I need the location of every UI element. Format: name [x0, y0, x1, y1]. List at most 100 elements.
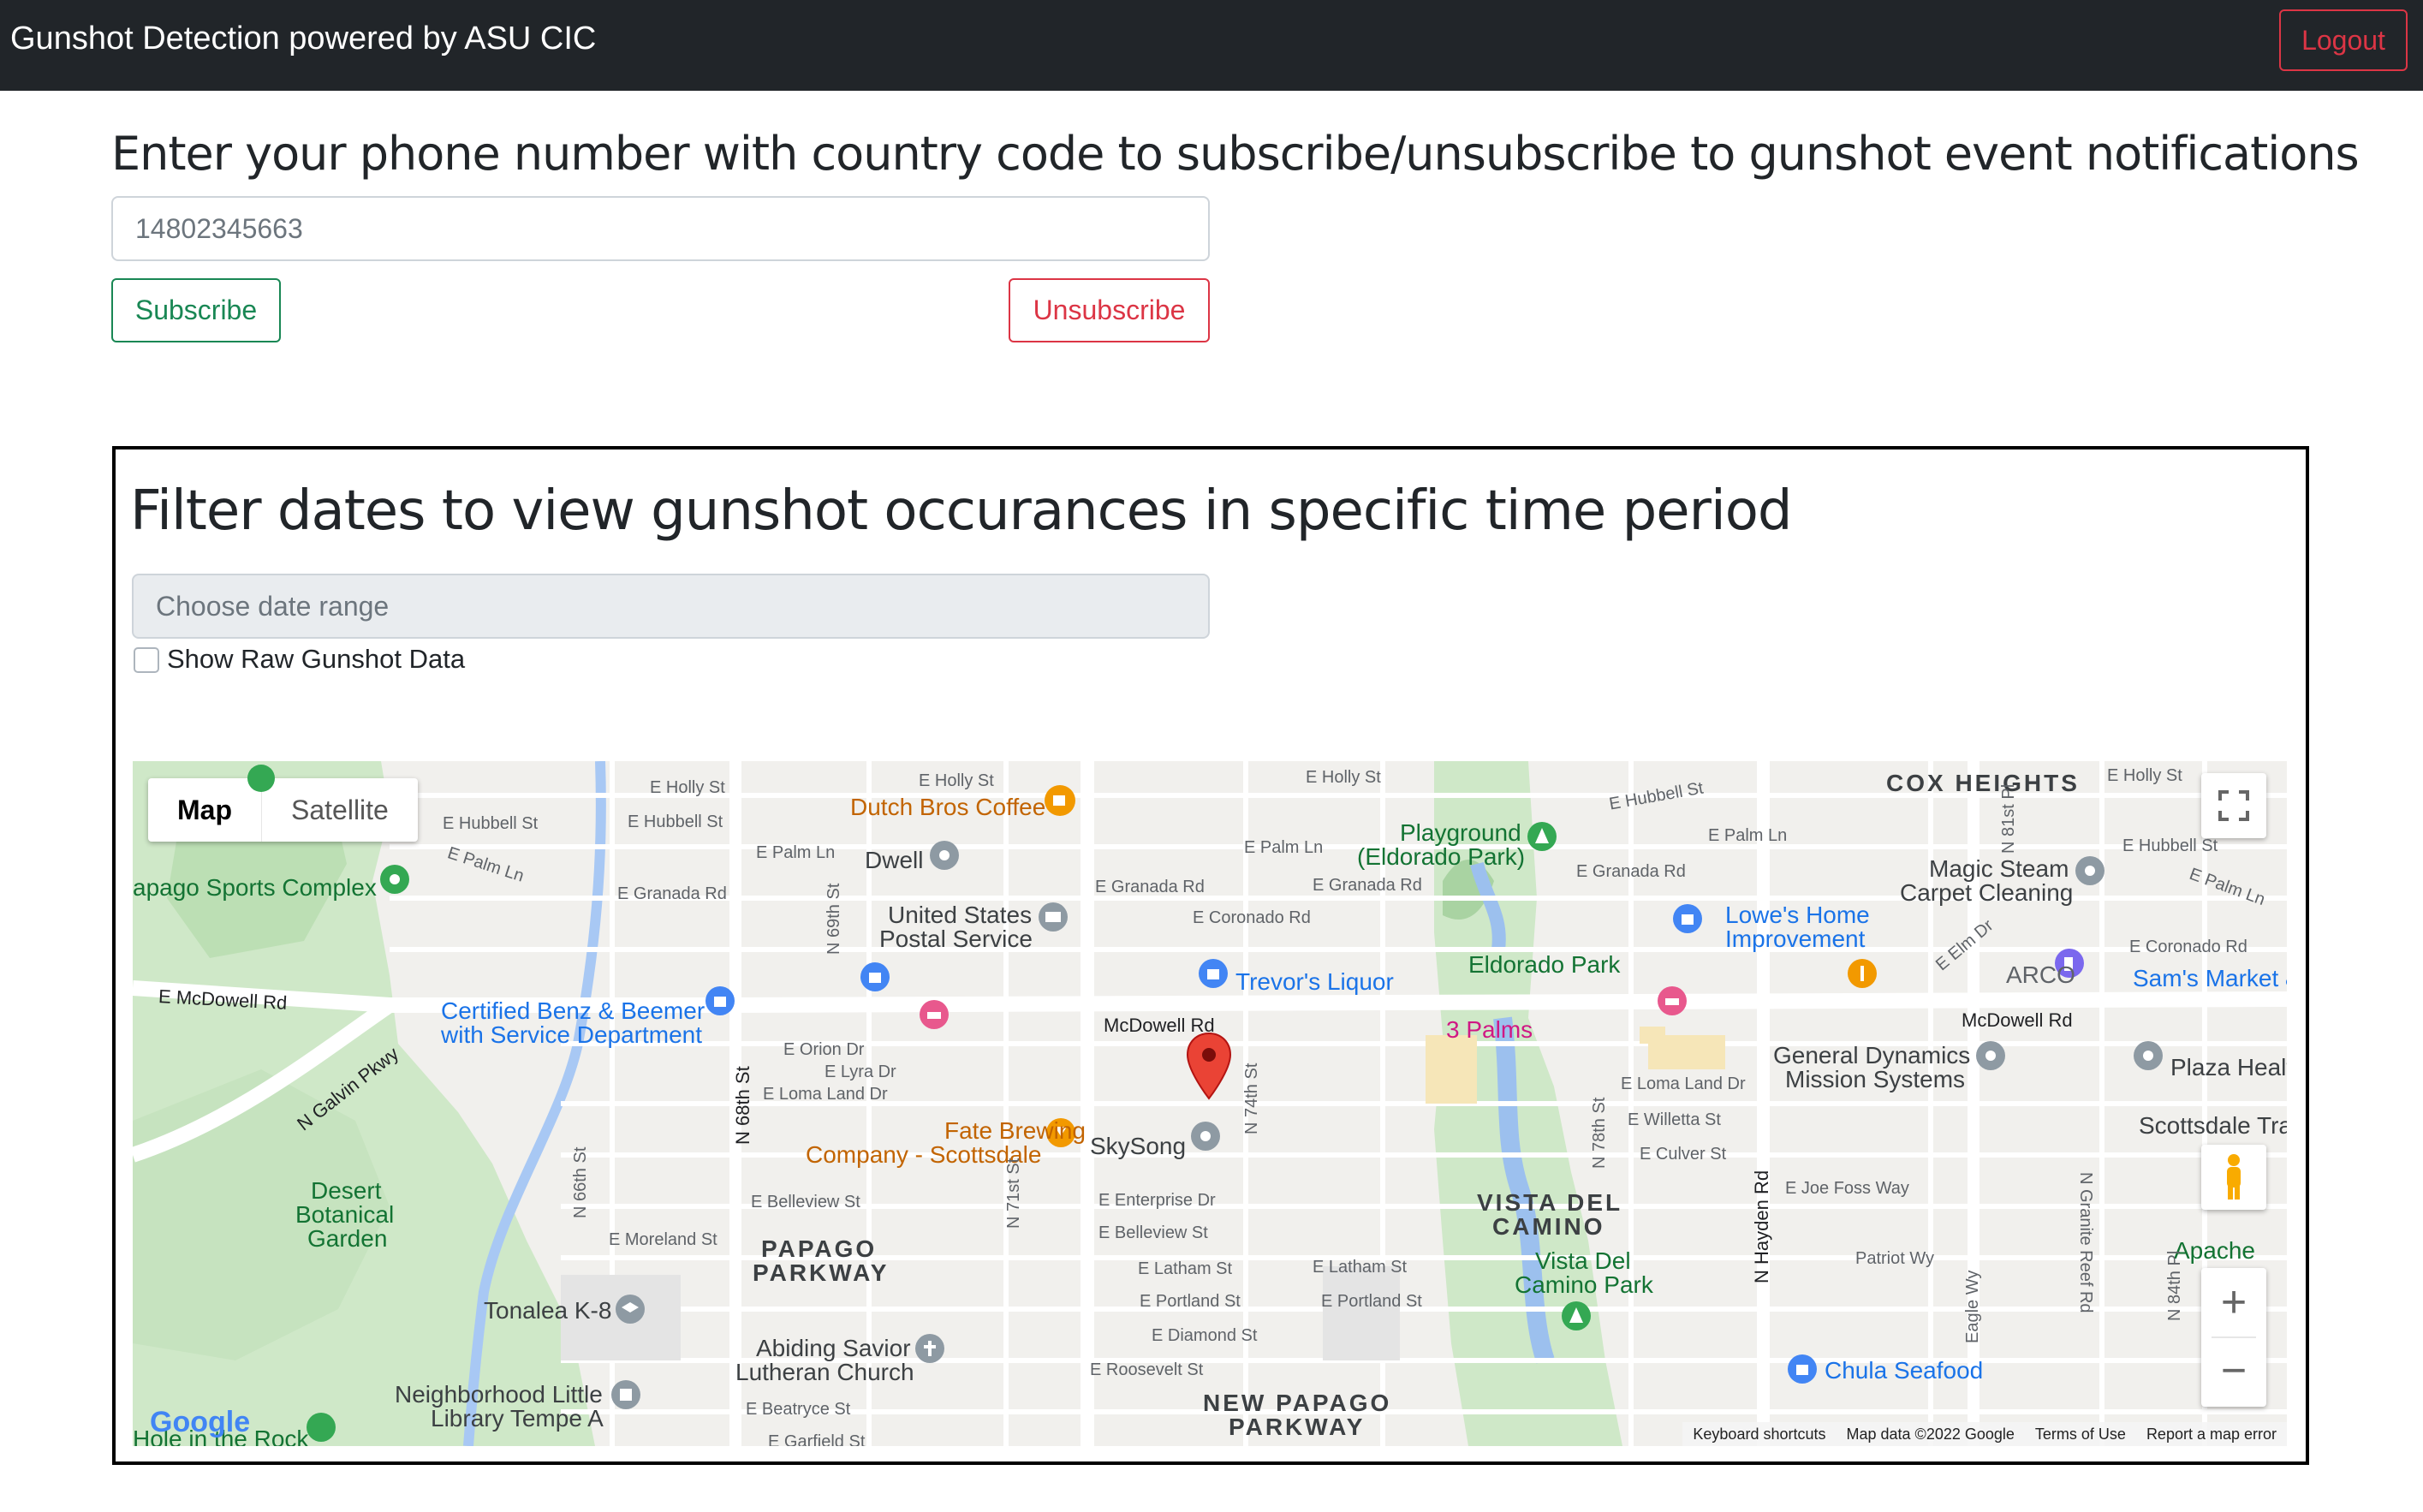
zoom-out-button[interactable]: − [2201, 1338, 2266, 1407]
street-holly-4: E Holly St [2107, 766, 2182, 785]
pegman-icon [2227, 1154, 2241, 1199]
gunshot-marker-icon[interactable] [1186, 1032, 1232, 1100]
poi-trevors[interactable]: Trevor's Liquor [1235, 970, 1394, 994]
poi-fate-1[interactable]: Fate Brewing [944, 1119, 1086, 1143]
street-palm-2: E Palm Ln [756, 843, 836, 862]
poi-gd-2[interactable]: Mission Systems [1785, 1068, 1965, 1092]
subscribe-button[interactable]: Subscribe [111, 278, 281, 342]
filter-heading: Filter dates to view gunshot occurances … [130, 479, 1792, 543]
street-moreland: E Moreland St [609, 1230, 717, 1249]
shopping-pin-icon[interactable] [858, 961, 892, 999]
poi-abiding-2[interactable]: Lutheran Church [735, 1360, 914, 1384]
phone-input[interactable] [111, 196, 1210, 261]
poi-lowes-1[interactable]: Lowe's Home [1725, 903, 1870, 927]
poi-playground-1[interactable]: Playground [1400, 821, 1521, 845]
lowes-pin-icon[interactable] [1670, 903, 1705, 941]
zoom-out-icon: − [2220, 1346, 2247, 1396]
palms-pin-icon[interactable] [1655, 985, 1689, 1023]
map-attribution: Keyboard shortcuts Map data ©2022 Google… [1682, 1422, 2287, 1446]
skysong-pin-icon[interactable] [1188, 1121, 1223, 1158]
zoom-in-button[interactable]: + [2201, 1268, 2266, 1336]
raw-data-label[interactable]: Show Raw Gunshot Data [167, 644, 465, 675]
poi-sams[interactable]: Sam's Market & [2133, 967, 2287, 991]
google-logo[interactable]: Google [150, 1406, 250, 1439]
park-pin-icon[interactable] [244, 763, 278, 794]
poi-plaza[interactable]: Plaza Healt [2170, 1056, 2287, 1080]
magic-steam-pin-icon[interactable] [2073, 855, 2107, 893]
sports-pin-icon[interactable] [378, 864, 412, 902]
benz-pin-icon[interactable] [703, 985, 737, 1023]
poi-lowes-2[interactable]: Improvement [1725, 927, 1865, 951]
school-pin-icon[interactable] [613, 1294, 647, 1331]
street-lyra: E Lyra Dr [825, 1063, 896, 1081]
poi-library-2[interactable]: Library Tempe A [431, 1407, 604, 1431]
plaza-pin-icon[interactable] [2131, 1040, 2165, 1078]
road-mcdowell-center: McDowell Rd [1104, 1015, 1215, 1036]
poi-benz-2[interactable]: with Service Department [441, 1023, 702, 1047]
poi-magic-1[interactable]: Magic Steam [1929, 857, 2069, 881]
poi-arco[interactable]: ARCO [2006, 963, 2075, 987]
poi-abiding-1[interactable]: Abiding Savior [756, 1336, 911, 1360]
street-latham-2: E Latham St [1313, 1258, 1408, 1277]
unsubscribe-button[interactable]: Unsubscribe [1009, 278, 1210, 342]
street-coronado-2: E Coronado Rd [2129, 938, 2247, 956]
hotel-pin-icon[interactable] [917, 999, 951, 1037]
coffee-pin-icon[interactable] [1043, 783, 1077, 818]
poi-vista-park-2[interactable]: Camino Park [1515, 1273, 1653, 1297]
liquor-pin-icon[interactable] [1196, 958, 1230, 996]
report-error-link[interactable]: Report a map error [2146, 1422, 2277, 1446]
street-n84th: N 84th Pl [2165, 1250, 2184, 1321]
street-palm-4: E Palm Ln [1708, 826, 1788, 845]
poi-playground-2[interactable]: (Eldorado Park) [1357, 845, 1525, 869]
hike-pin-icon[interactable] [304, 1412, 338, 1446]
poi-skysong[interactable]: SkySong [1090, 1134, 1186, 1158]
mail-pin-icon[interactable] [1036, 902, 1070, 939]
street-holly-3: E Holly St [1306, 768, 1381, 787]
poi-papago-sports[interactable]: apago Sports Complex [133, 876, 377, 900]
map-view[interactable]: Map Satellite + − COX HEIGHTS VISTA DEL … [133, 761, 2287, 1446]
map-type-satellite-button[interactable]: Satellite [262, 778, 418, 842]
poi-desert-2[interactable]: Botanical [295, 1203, 394, 1227]
poi-apache[interactable]: Apache [2174, 1239, 2255, 1263]
street-hubbell-1: E Hubbell St [443, 814, 539, 833]
poi-tonalea[interactable]: Tonalea K-8 [484, 1299, 611, 1323]
street-n81st: N 81st Pl [1999, 783, 2018, 854]
gd-pin-icon[interactable] [1974, 1040, 2008, 1078]
date-range-input[interactable] [132, 574, 1210, 639]
poi-library-1[interactable]: Neighborhood Little [395, 1383, 603, 1407]
church-pin-icon[interactable] [913, 1333, 947, 1371]
logout-button[interactable]: Logout [2279, 9, 2408, 71]
dwell-pin-icon[interactable] [927, 840, 961, 878]
terms-link[interactable]: Terms of Use [2035, 1422, 2126, 1446]
poi-benz-1[interactable]: Certified Benz & Beemer [441, 999, 705, 1023]
vista-park-pin-icon[interactable] [1559, 1301, 1593, 1338]
poi-eldorado[interactable]: Eldorado Park [1468, 953, 1620, 977]
playground-pin-icon[interactable] [1525, 821, 1559, 859]
poi-vista-park-1[interactable]: Vista Del [1535, 1249, 1631, 1273]
fullscreen-button[interactable] [2201, 773, 2266, 838]
poi-desert-3[interactable]: Garden [307, 1227, 387, 1251]
keyboard-shortcuts-link[interactable]: Keyboard shortcuts [1693, 1422, 1825, 1446]
street-willetta: E Willetta St [1628, 1110, 1721, 1129]
poi-dwell[interactable]: Dwell [865, 848, 923, 872]
street-granite-reef: N Granite Reef Rd [2076, 1172, 2095, 1313]
poi-usps-1[interactable]: United States [888, 903, 1032, 927]
street-view-pegman[interactable] [2201, 1145, 2266, 1210]
poi-chula[interactable]: Chula Seafood [1825, 1359, 1983, 1383]
poi-usps-2[interactable]: Postal Service [879, 927, 1033, 951]
poi-gd-1[interactable]: General Dynamics [1773, 1044, 1970, 1068]
poi-3-palms[interactable]: 3 Palms [1446, 1018, 1533, 1042]
street-orion: E Orion Dr [783, 1040, 865, 1059]
poi-desert-1[interactable]: Desert [311, 1179, 381, 1203]
area-vista-del-2: CAMINO [1492, 1213, 1605, 1240]
poi-magic-2[interactable]: Carpet Cleaning [1900, 881, 2073, 905]
poi-scottsdale-tra[interactable]: Scottsdale Tra [2139, 1114, 2287, 1138]
poi-dutch-bros[interactable]: Dutch Bros Coffee [850, 795, 1045, 819]
library-pin-icon[interactable] [609, 1379, 643, 1417]
seafood-pin-icon[interactable] [1785, 1354, 1819, 1391]
map-data-text: Map data ©2022 Google [1846, 1426, 2015, 1443]
street-roosevelt: E Roosevelt St [1090, 1360, 1204, 1379]
restaurant-pin-icon[interactable] [1845, 958, 1879, 996]
raw-data-checkbox[interactable] [134, 647, 159, 673]
brand-title[interactable]: Gunshot Detection powered by ASU CIC [10, 21, 596, 57]
